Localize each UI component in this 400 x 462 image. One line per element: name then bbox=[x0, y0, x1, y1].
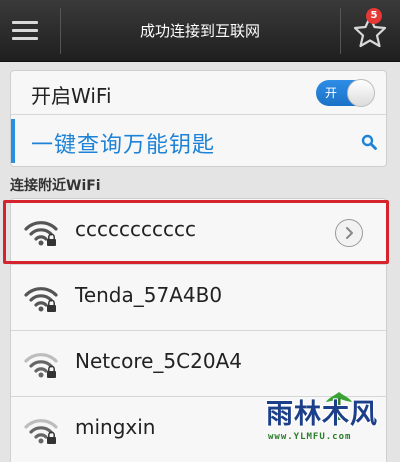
favorites-count-badge: 5 bbox=[366, 8, 382, 24]
wifi-lock-icon bbox=[24, 221, 58, 246]
page-title: 成功连接到互联网 bbox=[139, 22, 260, 40]
search-icon bbox=[361, 134, 377, 150]
chevron-right-icon bbox=[346, 227, 353, 239]
wifi-lock-icon bbox=[24, 419, 58, 444]
network-name: Netcore_5C20A4 bbox=[75, 349, 242, 373]
network-row[interactable]: ccccccccccc bbox=[11, 199, 386, 265]
wifi-settings-card: 开启WiFi 开 一键查询万能钥匙 bbox=[10, 70, 387, 167]
divider bbox=[340, 8, 341, 54]
watermark-url: www.YLMFU.com bbox=[268, 432, 352, 442]
network-name: mingxin bbox=[75, 415, 156, 439]
toggle-state-text: 开 bbox=[325, 86, 338, 100]
accent-bar bbox=[11, 119, 15, 163]
wifi-toggle-switch[interactable]: 开 bbox=[316, 79, 375, 107]
wifi-lock-icon bbox=[24, 353, 58, 378]
toggle-knob bbox=[347, 79, 375, 107]
network-row[interactable]: Tenda_57A4B0 bbox=[11, 265, 386, 331]
top-bar: 成功连接到互联网 5 bbox=[0, 0, 400, 62]
network-name: ccccccccccc bbox=[75, 217, 196, 241]
network-details-button[interactable] bbox=[335, 219, 363, 247]
query-key-label: 一键查询万能钥匙 bbox=[31, 133, 216, 158]
wifi-toggle-label: 开启WiFi bbox=[31, 84, 112, 108]
query-key-row[interactable]: 一键查询万能钥匙 bbox=[11, 115, 386, 167]
wifi-lock-icon bbox=[24, 287, 58, 312]
menu-button[interactable] bbox=[8, 10, 44, 50]
nearby-wifi-heading: 连接附近WiFi bbox=[10, 178, 101, 194]
watermark-logo: 雨林木风 www.YLMFU.com bbox=[262, 392, 396, 460]
watermark-text: 雨林木风 bbox=[266, 399, 378, 430]
network-name: Tenda_57A4B0 bbox=[75, 283, 223, 307]
menu-icon-bar bbox=[12, 37, 38, 40]
menu-icon-bar bbox=[12, 29, 38, 32]
menu-icon-bar bbox=[12, 21, 38, 24]
wifi-toggle-row: 开启WiFi 开 bbox=[11, 71, 386, 115]
